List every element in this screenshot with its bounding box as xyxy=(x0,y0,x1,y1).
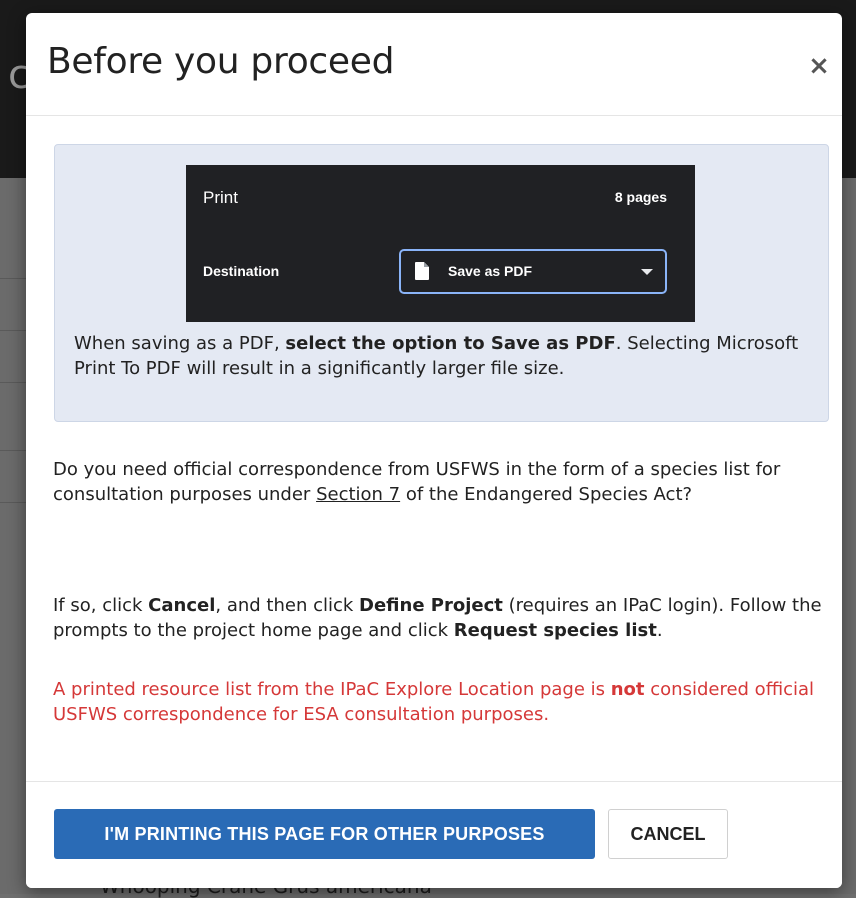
pdf-instructions: When saving as a PDF, select the option … xyxy=(74,333,799,379)
section-7-link[interactable]: Section 7 xyxy=(316,484,400,505)
dialog-title: Before you proceed xyxy=(47,41,395,82)
before-you-proceed-dialog: Before you proceed × Print 8 pages Desti… xyxy=(26,13,842,888)
destination-label: Destination xyxy=(203,263,280,279)
chevron-down-icon xyxy=(641,269,653,275)
print-dialog-preview-image: Print 8 pages Destination Save as PDF xyxy=(186,165,695,322)
destination-value: Save as PDF xyxy=(448,263,533,279)
destination-select: Save as PDF xyxy=(399,249,667,294)
instructions-paragraph: If so, click Cancel, and then click Defi… xyxy=(53,595,822,641)
dialog-header: Before you proceed × xyxy=(26,13,842,116)
document-icon xyxy=(415,262,429,285)
warning-message: A printed resource list from the IPaC Ex… xyxy=(53,679,815,725)
print-title: Print xyxy=(203,188,238,207)
cancel-button[interactable]: CANCEL xyxy=(608,809,728,859)
page-count: 8 pages xyxy=(614,189,667,205)
print-for-other-purposes-button[interactable]: I'M PRINTING THIS PAGE FOR OTHER PURPOSE… xyxy=(54,809,595,859)
close-icon[interactable]: × xyxy=(806,53,832,79)
pdf-info-box: Print 8 pages Destination Save as PDF Wh… xyxy=(54,144,829,422)
consultation-question: Do you need official correspondence from… xyxy=(53,459,781,505)
